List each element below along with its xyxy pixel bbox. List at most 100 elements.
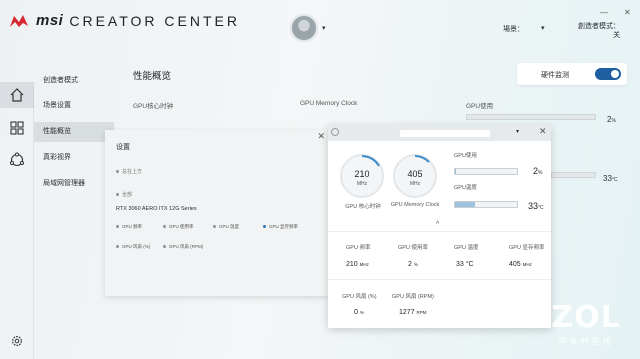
option-label: GPU 风扇 (%): [122, 244, 151, 249]
cell-label-gpu-frequency: GPU 频率: [346, 245, 371, 251]
overlay-expand-chevron-icon[interactable]: ^: [436, 221, 439, 228]
gauge-value: 210: [354, 169, 370, 179]
option-label: GPU 频率: [122, 224, 143, 229]
temp-bar-fill: [455, 202, 476, 207]
icon-rail: [0, 82, 34, 359]
user-avatar[interactable]: [290, 14, 318, 42]
gauge-unit: MHz: [409, 181, 421, 187]
sidebar-item-true-color[interactable]: 真彩视界: [43, 148, 113, 168]
home-icon[interactable]: [9, 87, 25, 103]
scene-dropdown-icon[interactable]: ▾: [541, 24, 545, 32]
overlay-temp-bar: [454, 201, 518, 208]
checkbox-dot: [213, 225, 216, 229]
checkbox-dot-checked: [263, 225, 266, 229]
radio-dot: [116, 170, 119, 173]
creator-mode-value: 关: [613, 32, 620, 39]
watermark-logo: ZOL: [551, 300, 621, 335]
network-icon[interactable]: [9, 152, 25, 168]
option-gpu-fan-rpm[interactable]: GPU 风扇 (RPM): [163, 244, 203, 250]
cell-label-gpu-memory-clock: GPU 显存频率: [509, 245, 545, 251]
cell-label-gpu-temp: GPU 温度: [454, 245, 479, 251]
title-bar: msi CREATOR CENTER ▾ 場景： ▾ 創造者模式： 关 — ✕: [0, 0, 640, 56]
option-gpu-fan-percent[interactable]: GPU 风扇 (%): [116, 244, 150, 250]
cell-value-gpu-memory-clock: 405 MHz: [509, 261, 532, 268]
gpu-monitor-overlay: ▾ ✕ 210 MHz GPU 核心时钟 405 MHz GPU Memory …: [328, 125, 551, 328]
usage-bar-fill: [455, 169, 457, 174]
overlay-settings-icon[interactable]: [331, 128, 339, 136]
col-gpu-core-clock: GPU核心时钟: [133, 103, 174, 110]
hardware-monitor-box: 硬件监测: [517, 63, 627, 85]
gauge-value: 405: [407, 169, 423, 179]
creator-mode-label: 創造者模式：: [578, 23, 620, 30]
overlay-drag-handle[interactable]: [400, 130, 490, 137]
overlay-temp-value: 33°C: [528, 201, 544, 211]
option-all-label: 全部: [122, 192, 133, 198]
gpu-memory-clock-gauge: 405 MHz: [393, 154, 437, 198]
option-label: GPU 风扇 (RPM): [169, 244, 204, 249]
app-title: CREATOR CENTER: [69, 12, 240, 29]
sidebar-item-performance[interactable]: 性能概览: [34, 122, 114, 142]
option-always-on-top-label: 总在上方: [122, 169, 143, 175]
cell-value-gpu-fan-rpm: 1277 RPM: [399, 309, 427, 316]
close-window-button[interactable]: ✕: [624, 8, 631, 17]
option-label: GPU 使用率: [169, 224, 194, 229]
cell-value-gpu-frequency: 210 MHz: [346, 261, 369, 268]
bg-temp-bar: [551, 172, 596, 178]
checkbox-dot: [163, 245, 166, 249]
grid-icon[interactable]: [9, 120, 25, 136]
checkbox-dot: [163, 225, 166, 229]
page-title: 性能概览: [133, 71, 172, 82]
col-gpu-usage: GPU使用: [466, 103, 494, 110]
checkbox-dot: [116, 245, 119, 249]
settings-dialog: ✕ 设置 总在上方 全部 RTX 3060 AERO ITX 12G Serie…: [105, 130, 329, 296]
brand-name: msi: [36, 12, 64, 29]
app-logo: msi CREATOR CENTER: [8, 12, 240, 29]
cell-label-gpu-fan-percent: GPU 风扇 (%): [342, 294, 377, 300]
divider: [328, 231, 551, 232]
option-always-on-top[interactable]: 总在上方: [116, 168, 142, 175]
settings-gear-icon[interactable]: [10, 334, 24, 348]
gpu-model-name: RTX 3060 AERO ITX 12G Series: [116, 206, 197, 212]
scene-selector-label[interactable]: 場景：: [503, 24, 524, 34]
cell-value-gpu-temp: 33 °C: [456, 261, 474, 268]
option-gpu-usage[interactable]: GPU 使用率: [163, 224, 194, 230]
cell-value-gpu-fan-percent: 0 %: [354, 309, 364, 316]
settings-title: 设置: [116, 144, 130, 151]
option-all[interactable]: 全部: [116, 191, 132, 198]
watermark-subtitle: 中关村在线: [558, 337, 614, 346]
col-gpu-memory-clock: GPU Memory Clock: [300, 100, 358, 107]
option-gpu-frequency[interactable]: GPU 频率: [116, 224, 142, 230]
option-label: GPU 显存频率: [269, 224, 299, 229]
checkbox-dot: [116, 225, 119, 229]
overlay-close-button[interactable]: ✕: [539, 126, 547, 137]
overlay-usage-label: GPU使用: [454, 153, 477, 159]
cell-label-gpu-usage: GPU 使用率: [398, 245, 428, 251]
sidebar-item-scene-settings[interactable]: 场景设置: [43, 96, 113, 116]
zol-watermark: ZOL 中关村在线: [538, 300, 634, 352]
option-gpu-memory-clock[interactable]: GPU 显存频率: [263, 224, 298, 230]
overlay-header[interactable]: ▾ ✕: [328, 125, 551, 141]
toggle-knob: [611, 70, 619, 78]
divider: [328, 279, 551, 280]
minimize-button[interactable]: —: [600, 8, 608, 17]
overlay-usage-value: 2%: [533, 166, 543, 176]
overlay-collapse-icon[interactable]: ▾: [516, 128, 519, 135]
creator-mode-status: 創造者模式： 关: [570, 22, 620, 40]
bg-usage-value: 2%: [607, 115, 616, 124]
gauge-unit: MHz: [356, 181, 368, 187]
cell-value-gpu-usage: 2 %: [408, 261, 418, 268]
hardware-monitor-toggle[interactable]: [595, 68, 621, 80]
msi-dragon-icon: [10, 14, 28, 27]
avatar-dropdown-icon[interactable]: ▾: [322, 24, 326, 32]
option-gpu-temp[interactable]: GPU 温度: [213, 224, 239, 230]
sidebar-item-lan-manager[interactable]: 局域网管理器: [43, 174, 113, 194]
cell-label-gpu-fan-rpm: GPU 风扇 (RPM): [392, 294, 434, 300]
bg-temp-value: 33°C: [603, 174, 618, 183]
hardware-monitor-label: 硬件监测: [541, 72, 569, 79]
overlay-temp-label: GPU温度: [454, 185, 477, 191]
sidebar-item-creator-mode[interactable]: 创造者模式: [43, 71, 113, 91]
radio-dot: [116, 193, 119, 196]
bg-usage-bar: [466, 114, 596, 120]
settings-close-button[interactable]: ✕: [317, 131, 325, 142]
gpu-core-clock-gauge: 210 MHz: [340, 154, 384, 198]
